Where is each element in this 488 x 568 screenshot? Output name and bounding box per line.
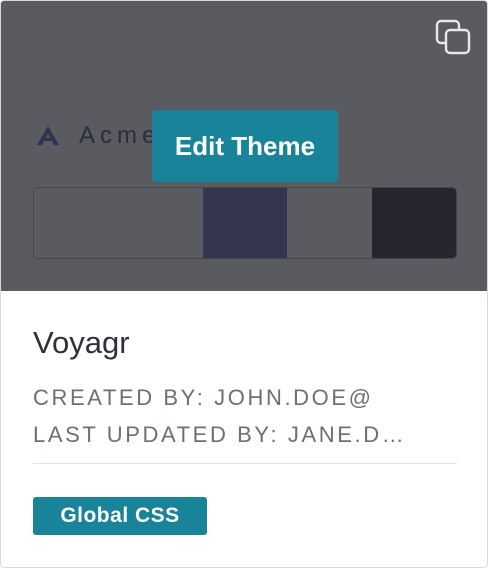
created-by-text: CREATED BY: JOHN.DOE@ bbox=[33, 385, 374, 410]
copy-icon[interactable] bbox=[433, 17, 473, 57]
palette-swatch bbox=[34, 188, 119, 258]
color-palette bbox=[33, 187, 457, 259]
palette-swatch bbox=[118, 188, 203, 258]
theme-name: Voyagr bbox=[33, 325, 130, 360]
theme-preview: Acme Edit Theme bbox=[1, 1, 487, 291]
palette-swatch bbox=[202, 188, 288, 258]
palette-swatch bbox=[287, 188, 372, 258]
divider bbox=[33, 463, 457, 464]
brand: Acme bbox=[35, 121, 160, 151]
global-css-badge: Global CSS bbox=[33, 497, 207, 535]
theme-card[interactable]: Acme Edit Theme Voyagr CREATED BY: JOHN.… bbox=[0, 0, 488, 568]
brand-logo-icon bbox=[37, 126, 59, 145]
edit-theme-button[interactable]: Edit Theme bbox=[152, 110, 338, 182]
brand-name: Acme bbox=[79, 122, 161, 149]
last-updated-by-text: LAST UPDATED BY: JANE.D… bbox=[33, 422, 407, 447]
palette-swatch bbox=[371, 188, 456, 258]
